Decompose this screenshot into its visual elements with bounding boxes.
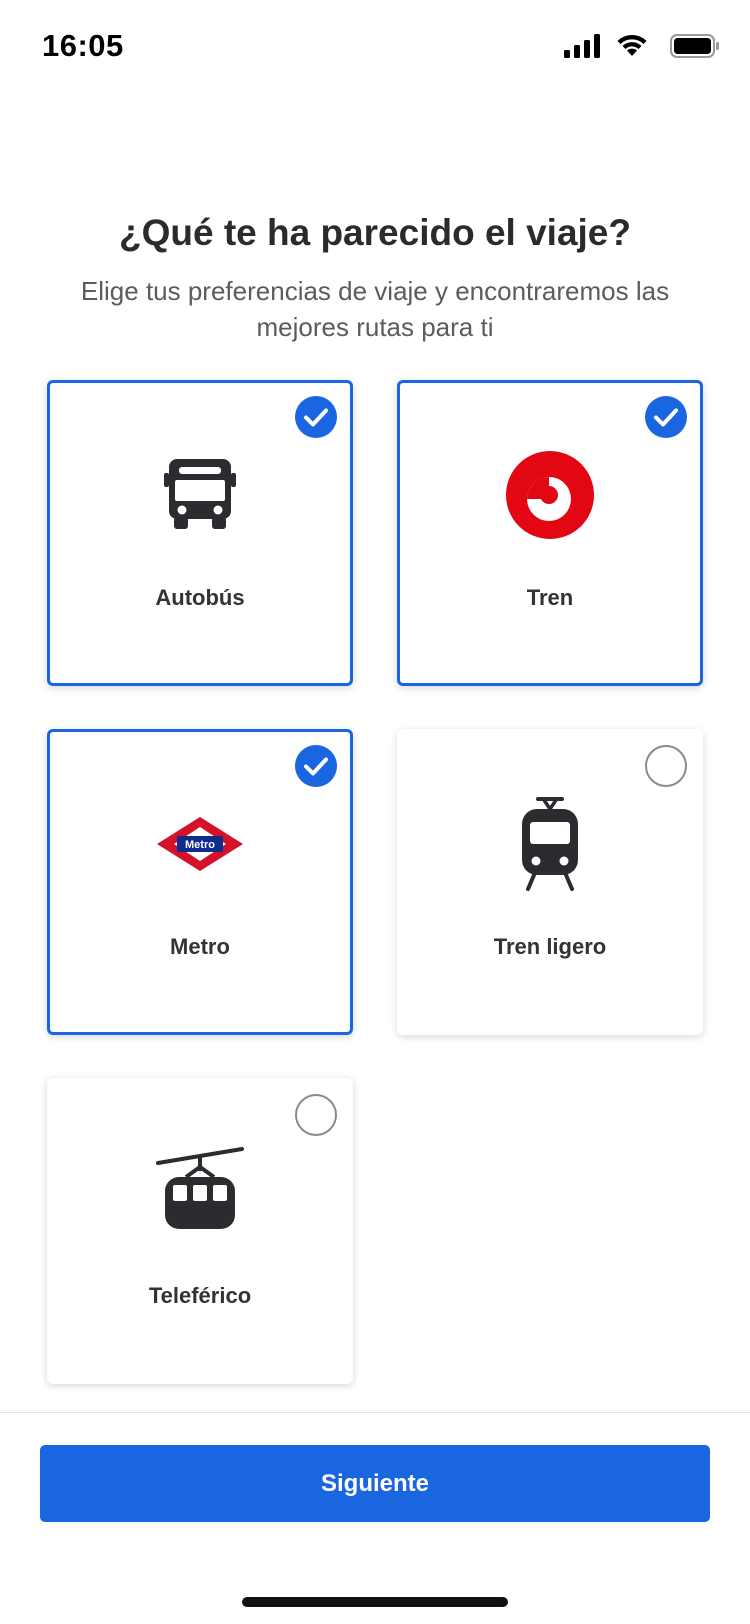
cable-car-icon [156, 1147, 244, 1229]
checkmark-icon [654, 408, 678, 427]
option-label: Tren [526, 585, 574, 610]
train-logo-icon [506, 451, 594, 539]
check-indicator[interactable] [295, 396, 337, 438]
bus-icon [164, 459, 236, 529]
option-card-teleferico[interactable]: Teleférico [47, 1078, 353, 1384]
check-indicator[interactable] [645, 396, 687, 438]
cellular-signal-icon [564, 34, 600, 58]
wifi-icon [617, 34, 647, 56]
option-label: Tren ligero [493, 934, 607, 959]
battery-icon [670, 34, 719, 58]
metro-logo-text: Metro [185, 839, 215, 851]
option-card-metro[interactable]: Metro Metro [47, 729, 353, 1035]
home-indicator[interactable] [242, 1597, 508, 1607]
check-indicator[interactable] [295, 1094, 337, 1136]
option-label: Teleférico [148, 1283, 252, 1308]
option-label: Metro [170, 934, 230, 959]
page-title: ¿Qué te ha parecido el viaje? [118, 212, 631, 253]
screen: 16:05 ¿Qué te ha parecido el viaje? Elig… [0, 0, 750, 1624]
tram-icon [522, 797, 578, 891]
option-label: Autobús [155, 585, 245, 610]
status-bar: 16:05 [0, 0, 750, 92]
footer: Siguiente [0, 1412, 750, 1624]
checkmark-icon [304, 757, 328, 776]
page-subtitle: Elige tus preferencias de viaje y encont… [80, 276, 670, 342]
option-card-tren[interactable]: Tren [397, 380, 703, 686]
option-card-autobus[interactable]: Autobús [47, 380, 353, 686]
check-indicator[interactable] [295, 745, 337, 787]
next-button[interactable]: Siguiente [40, 1445, 710, 1522]
option-card-tren-ligero[interactable]: Tren ligero [397, 729, 703, 1035]
metro-logo-icon: Metro [157, 817, 243, 871]
status-time: 16:05 [42, 28, 124, 63]
check-indicator[interactable] [645, 745, 687, 787]
checkmark-icon [304, 408, 328, 427]
